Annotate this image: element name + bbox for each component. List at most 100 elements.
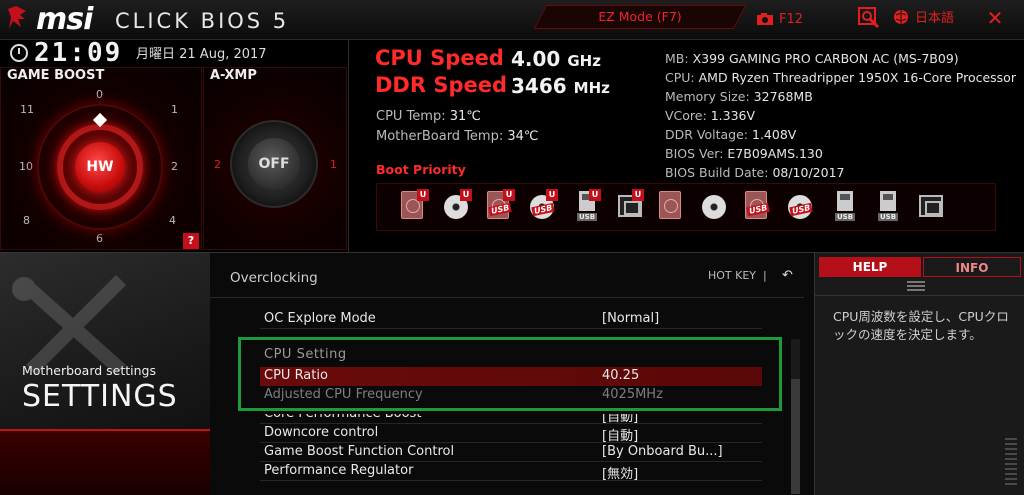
settings-subtitle: Motherboard settings (22, 363, 157, 378)
cpu-model: CPU: AMD Ryzen Threadripper 1950X 16-Cor… (665, 70, 1016, 85)
uefi-badge: U (460, 189, 472, 201)
boot-device-usb-disc[interactable]: USB U (524, 187, 564, 227)
top-bar: msi CLICK BIOS 5 EZ Mode (F7) F12 日本語 ✕ (0, 0, 1024, 40)
boot-device-hdd[interactable] (653, 187, 693, 227)
page-title: Overclocking (230, 270, 318, 286)
help-text: CPU周波数を設定し、CPUクロックの速度を決定します。 (833, 309, 1009, 342)
game-boost-level: 0 (96, 88, 103, 101)
brand-logo-text: msi (36, 2, 93, 37)
game-boost-hw-button[interactable]: HW (75, 142, 125, 192)
boot-device-hdd[interactable]: U (395, 187, 435, 227)
axmp-off-button[interactable]: OFF (248, 138, 300, 190)
screenshot-button[interactable]: F12 (756, 9, 803, 29)
boot-device-disc[interactable] (696, 187, 736, 227)
game-boost-level: 10 (19, 160, 33, 173)
settings-main-panel: Overclocking HOT KEY | ↶ OC Explore Mode… (210, 252, 814, 495)
resize-handle-icon[interactable] (1005, 438, 1017, 488)
game-boost-level: 2 (171, 160, 178, 173)
settings-nav: Motherboard settings SETTINGS (0, 252, 210, 495)
close-icon[interactable]: ✕ (985, 7, 1005, 29)
optical-disc-icon (702, 195, 726, 219)
boot-device-disc[interactable]: U (438, 187, 478, 227)
cpu-speed-value: 4.00 GHz (511, 47, 601, 71)
uefi-badge: U (546, 189, 558, 201)
setting-row-oc-explore-mode[interactable]: OC Explore Mode [Normal] (260, 310, 762, 329)
game-boost-level: 8 (23, 214, 30, 227)
tab-help[interactable]: HELP (819, 257, 921, 277)
back-icon[interactable]: ↶ (782, 268, 793, 283)
clock-date: 月曜日 21 Aug, 2017 (136, 47, 267, 62)
highlight-annotation-box (238, 337, 782, 411)
bios-build-date: BIOS Build Date: 08/10/2017 (665, 165, 845, 180)
ddr-voltage: DDR Voltage: 1.408V (665, 127, 797, 142)
help-panel: HELP INFO CPU周波数を設定し、CPUクロックの速度を決定します。 (814, 252, 1024, 495)
mb-model: MB: X399 GAMING PRO CARBON AC (MS-7B09) (665, 51, 959, 66)
game-boost-level: 4 (169, 214, 176, 227)
game-boost-panel: GAME BOOST 0 1 2 3 4 6 8 10 11 HW ? (0, 67, 202, 250)
boot-device-usb-disc[interactable]: USB (782, 187, 822, 227)
boot-device-usb-floppy[interactable]: USB (868, 187, 908, 227)
axmp-profile-2[interactable]: 2 (214, 158, 221, 171)
language-label: 日本語 (915, 11, 955, 26)
game-boost-level: 6 (96, 232, 103, 245)
boot-device-network[interactable] (911, 187, 951, 227)
mb-temp: MotherBoard Temp: 34℃ (376, 129, 539, 144)
boot-device-usb-hdd[interactable]: USB (739, 187, 779, 227)
settings-button[interactable]: SETTINGS (22, 379, 178, 414)
cpu-speed-label: CPU Speed (375, 46, 504, 70)
usb-tag: USB (878, 213, 899, 221)
axmp-title: A-XMP (210, 68, 257, 83)
ddr-speed-value: 3466 MHz (511, 74, 610, 98)
scrollbar-thumb[interactable] (791, 379, 800, 494)
divider (815, 295, 1024, 296)
boot-priority-strip: U U USB U USB U USB U U USB USB USB USB (376, 183, 996, 231)
boot-device-usb-key[interactable]: USB U (567, 187, 607, 227)
uefi-badge: U (632, 189, 644, 201)
uefi-badge: U (417, 189, 429, 201)
memory-size: Memory Size: 32768MB (665, 89, 813, 104)
panel-grip-icon[interactable] (907, 281, 925, 291)
bios-version: BIOS Ver: E7B09AMS.130 (665, 146, 823, 161)
usb-drive-icon (880, 191, 896, 211)
uefi-badge: U (589, 189, 601, 201)
setting-row-downcore-control[interactable]: Downcore control [自動] (260, 424, 762, 444)
screenshot-label: F12 (779, 11, 804, 27)
usb-tag: USB (577, 213, 598, 221)
setting-value: [Normal] (602, 311, 660, 326)
globe-icon (894, 9, 908, 24)
axmp-profile-1[interactable]: 1 (330, 158, 337, 171)
setting-label: OC Explore Mode (264, 311, 376, 326)
usb-tag: USB (835, 213, 856, 221)
hotkey-button[interactable]: HOT KEY | (708, 269, 767, 282)
boot-device-usb-hdd[interactable]: USB U (481, 187, 521, 227)
setting-row-game-boost-function-control[interactable]: Game Boost Function Control [By Onboard … (260, 443, 762, 462)
vcore: VCore: 1.336V (665, 108, 756, 123)
boot-device-network[interactable]: U (610, 187, 650, 227)
help-icon[interactable]: ? (183, 233, 199, 249)
product-title: CLICK BIOS 5 (115, 9, 290, 33)
scrollbar[interactable] (791, 339, 800, 494)
boot-device-usb-key[interactable]: USB (825, 187, 865, 227)
divider (210, 297, 804, 298)
setting-row-performance-regulator[interactable]: Performance Regulator [無効] (260, 462, 762, 482)
language-button[interactable]: 日本語 (893, 7, 954, 26)
system-spec-list: MB: X399 GAMING PRO CARBON AC (MS-7B09) … (665, 49, 1024, 182)
msi-dragon-logo (8, 6, 26, 29)
tab-info[interactable]: INFO (923, 257, 1021, 277)
nav-tile-oc[interactable] (0, 429, 210, 495)
network-icon (919, 195, 943, 217)
setting-label: Performance Regulator (264, 463, 414, 478)
clock-icon (10, 44, 28, 62)
camera-icon (757, 13, 773, 25)
system-info-panel: CPU Speed 4.00 GHz DDR Speed 3466 MHz CP… (348, 40, 1024, 252)
uefi-badge: U (503, 189, 515, 201)
game-boost-level: 11 (20, 103, 34, 116)
boot-priority-title: Boot Priority (376, 162, 466, 177)
setting-value: [By Onboard Bu...] (602, 444, 723, 459)
hdd-icon (659, 191, 681, 219)
cpu-temp: CPU Temp: 31℃ (376, 109, 481, 124)
game-boost-title: GAME BOOST (7, 68, 105, 83)
usb-drive-icon (837, 191, 853, 211)
search-icon[interactable] (858, 7, 880, 29)
ez-mode-button[interactable]: EZ Mode (F7) (533, 5, 747, 29)
